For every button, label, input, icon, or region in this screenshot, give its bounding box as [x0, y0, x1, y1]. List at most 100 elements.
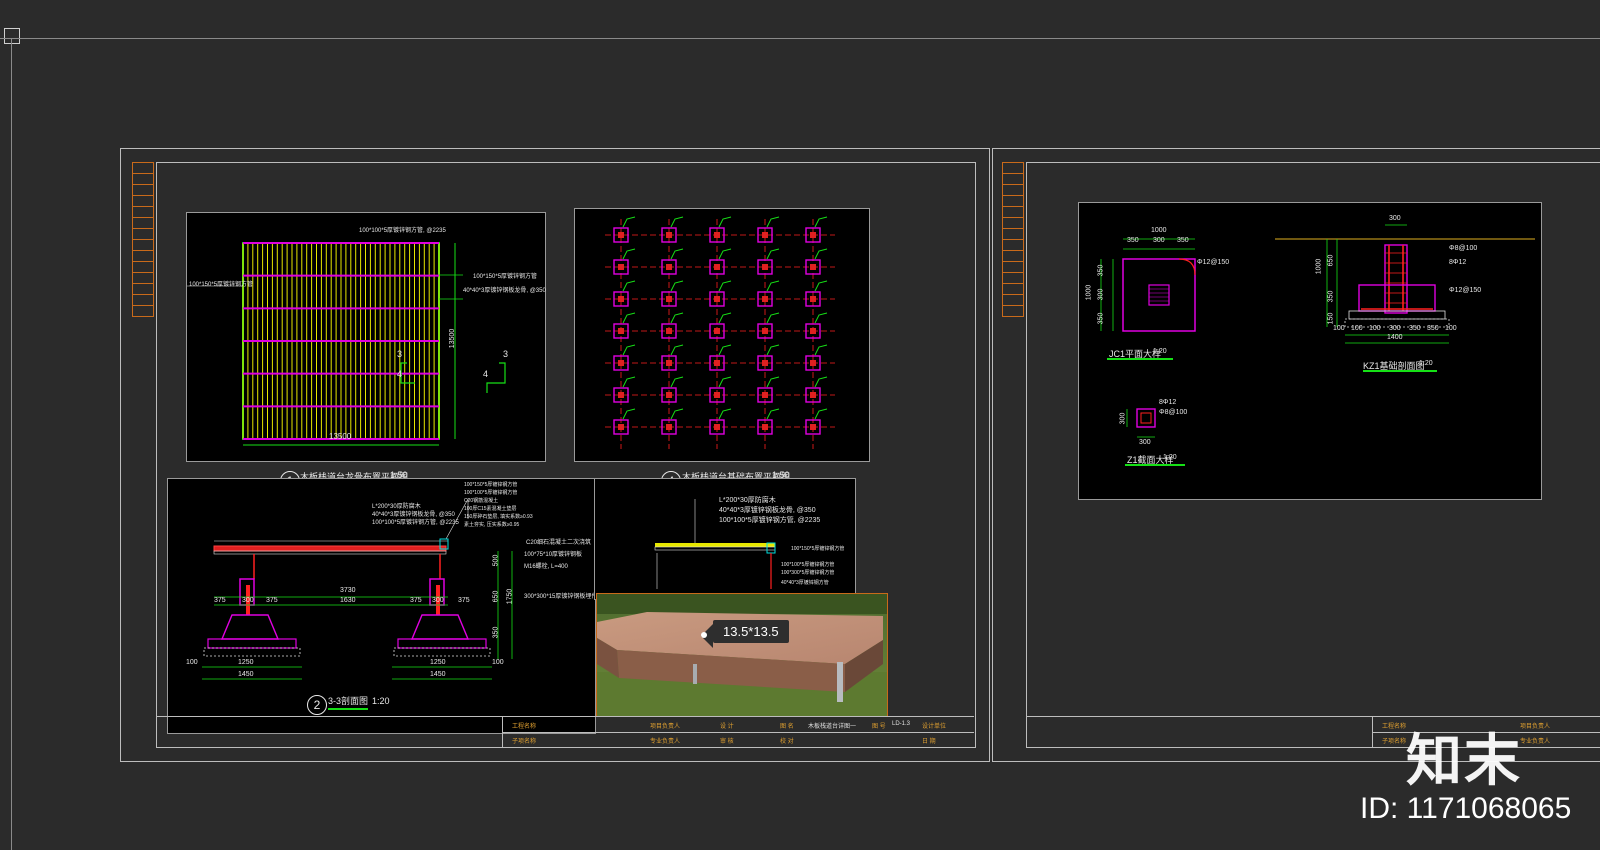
foundation-detail-panel[interactable]: 1000 350 300 350 1000 350 300 350 Φ12@15… — [1078, 202, 1542, 500]
plan-right-total-dim: 13500 — [449, 328, 457, 349]
kz1-note-1: Φ8@100 — [1449, 245, 1478, 252]
kz1-note-2: 8Φ12 — [1449, 259, 1467, 266]
leader-line — [670, 344, 684, 356]
kz1-dim-b5: 350 — [1409, 325, 1421, 332]
jc1-scale: 1:20 — [1153, 348, 1167, 355]
kz1-dim-height-total: 1000 — [1315, 258, 1323, 275]
foundation-plan-panel[interactable] — [574, 208, 870, 462]
section-sub-dim-4: 1630 — [340, 597, 356, 604]
detail-note-5: 100*100*5厚镀锌钢方管 — [781, 562, 835, 568]
section-height-500: 500 — [492, 554, 500, 567]
leader-line — [766, 248, 780, 260]
column-mark — [714, 232, 720, 238]
tb1-subproject: 子项名称 — [512, 739, 537, 745]
kz1-dim-b7: 100 — [1445, 325, 1457, 332]
tb1-drawing-name-label: 图 名 — [780, 724, 794, 730]
section-note-5: 100*75*10厚镀锌钢板 — [524, 552, 583, 558]
joist-plan-drawing — [187, 242, 506, 446]
section-sub-dim-1: 375 — [214, 597, 226, 604]
sheet-2-binding-strip — [1002, 162, 1024, 317]
leader-line — [622, 408, 636, 420]
section-right-note-6: 素土夯实, 压实系数≥0.95 — [464, 522, 520, 528]
column-mark — [618, 232, 624, 238]
leader-line — [622, 248, 636, 260]
z1-scale: 1:20 — [1163, 454, 1177, 461]
plan-top-note: 100*100*5厚镀锌钢方管, @2235 — [359, 228, 446, 234]
section-span-dim: 3730 — [340, 587, 356, 594]
kz1-note-3: Φ12@150 — [1449, 287, 1482, 294]
detail-note-6: 100*300*5厚镀锌钢方管 — [781, 570, 835, 576]
column-mark — [714, 264, 720, 270]
z1-dim-width: 300 — [1139, 439, 1151, 446]
plan-right-note-1: 100*150*5厚镀锌钢方管 — [473, 274, 538, 280]
column-mark — [666, 328, 672, 334]
tb1-discipline-lead: 专业负责人 — [650, 739, 681, 745]
kz1-dim-b1: 100 — [1333, 325, 1345, 332]
column-mark — [618, 424, 624, 430]
column-mark — [714, 328, 720, 334]
leader-line — [718, 280, 732, 292]
foundation-plan-drawing — [605, 216, 835, 449]
tb1-project: 工程名称 — [512, 724, 537, 730]
leader-line — [814, 280, 828, 292]
site-photo[interactable]: 13.5*13.5 — [596, 593, 888, 717]
leader-line — [718, 408, 732, 420]
detail-note-1: L*200*30厚防腐木 — [719, 497, 776, 504]
leader-line — [670, 312, 684, 324]
joist-plan-panel[interactable]: 100*100*5厚镀锌钢方管, @2235 100*150*5厚镀锌钢方管 1… — [186, 212, 546, 462]
leader-line — [814, 408, 828, 420]
asset-id-label: ID: 1171068065 — [1360, 792, 1572, 825]
column-mark — [714, 424, 720, 430]
section-right-note-5: 150厚碎石垫层, 填实系数≥0.93 — [464, 514, 533, 520]
dimension-tooltip[interactable]: 13.5*13.5 — [713, 620, 789, 643]
leader-line — [814, 344, 828, 356]
leader-line — [622, 312, 636, 324]
section-height-350: 350 — [492, 626, 500, 639]
column-mark — [810, 392, 816, 398]
section-number-badge: 2 — [307, 695, 327, 715]
plan-right-note-2: 40*40*3厚镀锌钢板龙骨, @350 — [463, 288, 546, 294]
detail-note-4: 100*150*5厚镀锌钢方管 — [791, 546, 845, 552]
column-mark — [762, 328, 768, 334]
plan-left-note: 100*150*5厚镀锌钢方管 — [189, 282, 254, 288]
column-mark — [618, 264, 624, 270]
z1-note-2: Φ8@100 — [1159, 409, 1188, 416]
column-mark — [666, 232, 672, 238]
leader-line — [814, 248, 828, 260]
section-footing-dim-right-1: 1250 — [430, 659, 446, 666]
column-mark — [714, 296, 720, 302]
column-mark — [666, 360, 672, 366]
leader-line — [718, 216, 732, 228]
leader-line — [814, 312, 828, 324]
cad-horizontal-guide — [0, 38, 1600, 39]
kz1-dim-top: 300 — [1389, 215, 1401, 222]
leader-line — [766, 312, 780, 324]
tb2-project-lead: 项目负责人 — [1520, 724, 1551, 730]
section-height-650: 650 — [492, 590, 500, 603]
leader-line — [766, 376, 780, 388]
section-edge-dim-left: 100 — [186, 659, 198, 666]
leader-line — [670, 280, 684, 292]
kz1-dim-b3: 100 — [1369, 325, 1381, 332]
tb2-project: 工程名称 — [1382, 724, 1407, 730]
column-mark — [714, 360, 720, 366]
column-mark — [666, 296, 672, 302]
leader-line — [622, 344, 636, 356]
site-photo-image — [597, 594, 887, 716]
section-sub-dim-3: 375 — [266, 597, 278, 604]
tb1-review: 审 核 — [720, 739, 734, 745]
tb1-check: 校 对 — [780, 739, 794, 745]
section-footing-dim-left-2: 1450 — [238, 671, 254, 678]
section-right-note-1: 100*150*5厚镀锌钢方管 — [464, 482, 518, 488]
leader-line — [718, 376, 732, 388]
leader-line — [670, 376, 684, 388]
detail-panel[interactable]: L*200*30厚防腐木 40*40*3厚镀锌钢板龙骨, @350 100*10… — [594, 478, 856, 600]
plan-section-mark-4: 4 — [397, 369, 403, 379]
column-mark — [762, 424, 768, 430]
cad-crosshair-box — [4, 28, 20, 44]
section-sub-dim-6: 300 — [432, 597, 444, 604]
column-mark — [666, 424, 672, 430]
tb1-design: 设 计 — [720, 724, 734, 730]
cad-vertical-guide — [11, 38, 12, 850]
leader-line — [718, 248, 732, 260]
